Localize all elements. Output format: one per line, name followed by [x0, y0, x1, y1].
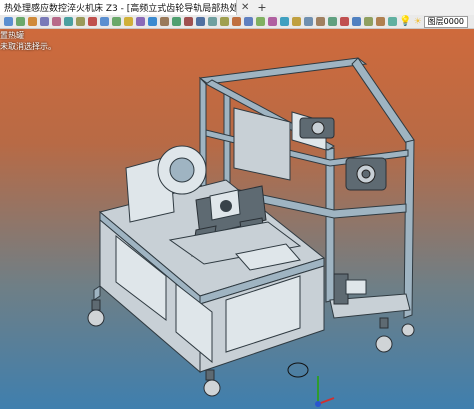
cursor-orbit-icon	[287, 362, 309, 378]
caster-front-left	[87, 299, 105, 327]
measure-icon[interactable]	[88, 17, 97, 26]
upper-motor	[299, 117, 335, 139]
redo-icon[interactable]	[352, 17, 361, 26]
lighting-icon[interactable]	[124, 17, 133, 26]
fit-view-icon[interactable]	[100, 17, 109, 26]
linetype-icon[interactable]	[280, 17, 289, 26]
rotate-icon[interactable]	[28, 17, 37, 26]
match-props-icon[interactable]	[256, 17, 265, 26]
ortho-icon[interactable]	[208, 17, 217, 26]
view-toolbar: 💡 ☀ 图层0000	[0, 15, 474, 29]
middle-motor	[345, 157, 387, 191]
properties-icon[interactable]	[244, 17, 253, 26]
document-tab[interactable]: 热处理感应数控淬火机床 Z3 - [高频立式齿轮导轨局部热处理感应数控淬火机床]	[0, 0, 237, 15]
caster-right	[375, 317, 393, 353]
color-icon[interactable]	[268, 17, 277, 26]
regen-icon[interactable]	[364, 17, 373, 26]
select-icon[interactable]	[172, 17, 181, 26]
plot-icon[interactable]	[304, 17, 313, 26]
layer-control[interactable]: 💡 ☀ 图层0000	[399, 15, 468, 28]
caster-back	[401, 323, 415, 337]
add-tab-button[interactable]: +	[253, 1, 270, 14]
polar-icon[interactable]	[220, 17, 229, 26]
insert-icon[interactable]	[328, 17, 337, 26]
caster-front	[203, 369, 221, 397]
sun-icon[interactable]: ☀	[414, 17, 422, 27]
block-icon[interactable]	[316, 17, 325, 26]
layer-props-icon[interactable]	[232, 17, 241, 26]
snap-icon[interactable]	[184, 17, 193, 26]
bulb-icon[interactable]: 💡	[399, 16, 411, 27]
lineweight-icon[interactable]	[292, 17, 301, 26]
cad-viewport[interactable]: .fr { fill: #9fb4c2; stroke: #2f3a41; st…	[0, 28, 474, 409]
hide-show-icon[interactable]	[76, 17, 85, 26]
view-cube-icon[interactable]	[40, 17, 49, 26]
help-icon[interactable]	[388, 17, 397, 26]
grid-icon[interactable]	[196, 17, 205, 26]
undo-icon[interactable]	[340, 17, 349, 26]
section-view-icon[interactable]	[64, 17, 73, 26]
document-tabbar: 热处理感应数控淬火机床 Z3 - [高频立式齿轮导轨局部热处理感应数控淬火机床]…	[0, 0, 474, 16]
display-style-icon[interactable]	[148, 17, 157, 26]
filter-icon[interactable]	[160, 17, 169, 26]
render-mode-icon[interactable]	[52, 17, 61, 26]
zoom-icon[interactable]	[4, 17, 13, 26]
settings-icon[interactable]	[376, 17, 385, 26]
standard-views-icon[interactable]	[112, 17, 121, 26]
layer-selector[interactable]: 图层0000	[423, 15, 468, 28]
appearance-icon[interactable]	[136, 17, 145, 26]
axis-triad-icon	[315, 376, 335, 407]
document-tab-label: 热处理感应数控淬火机床 Z3 - [高频立式齿轮导轨局部热处理感应数控淬火机床]	[4, 4, 236, 14]
close-tab-icon[interactable]: ✕	[237, 2, 253, 13]
pan-icon[interactable]	[16, 17, 25, 26]
